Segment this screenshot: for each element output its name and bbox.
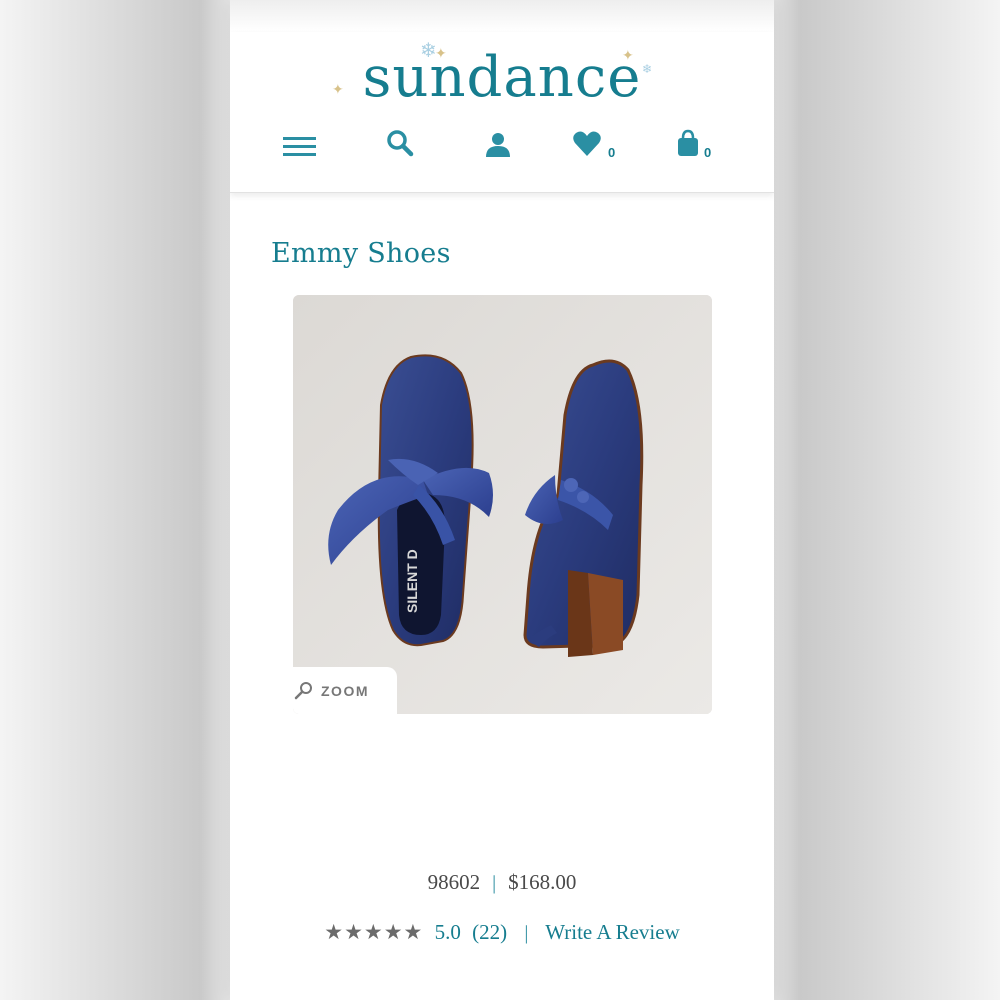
rating-row: ★★★★★ 5.0 (22) | Write A Review [230, 920, 774, 945]
heart-icon[interactable] [572, 129, 612, 169]
magnifier-icon [294, 681, 312, 699]
hamburger-menu-icon[interactable] [280, 129, 320, 169]
product-image[interactable]: SILENT D ZOOM [293, 295, 712, 714]
zoom-label: ZOOM [321, 682, 369, 699]
rating-stars-icon: ★★★★★ [324, 920, 424, 944]
rating-count[interactable]: (22) [472, 920, 507, 944]
wishlist-count-badge: 0 [608, 145, 616, 160]
price-row: 98602 | $168.00 [230, 870, 774, 895]
zoom-button[interactable]: ZOOM [293, 667, 397, 714]
price: $168.00 [508, 870, 577, 894]
cart-count-badge: 0 [704, 145, 712, 160]
sundance-logo[interactable]: sundance [230, 46, 774, 110]
divider: | [524, 922, 529, 944]
item-number: 98602 [427, 870, 481, 894]
shoes-illustration: SILENT D [293, 295, 712, 714]
product-title: Emmy Shoes [271, 238, 451, 269]
divider: | [492, 872, 497, 894]
rating-value: 5.0 [434, 920, 461, 944]
status-bar [230, 0, 774, 32]
user-icon[interactable] [484, 129, 524, 169]
search-icon[interactable] [384, 129, 424, 169]
write-review-link[interactable]: Write A Review [545, 920, 679, 944]
brand-stamp: SILENT D [404, 549, 420, 613]
product-page: ✦ ❄ ✦ ✦ ❄ sundance 0 0 Emmy Shoes SILENT… [230, 0, 774, 1000]
site-header: ✦ ❄ ✦ ✦ ❄ sundance 0 0 [230, 32, 774, 193]
